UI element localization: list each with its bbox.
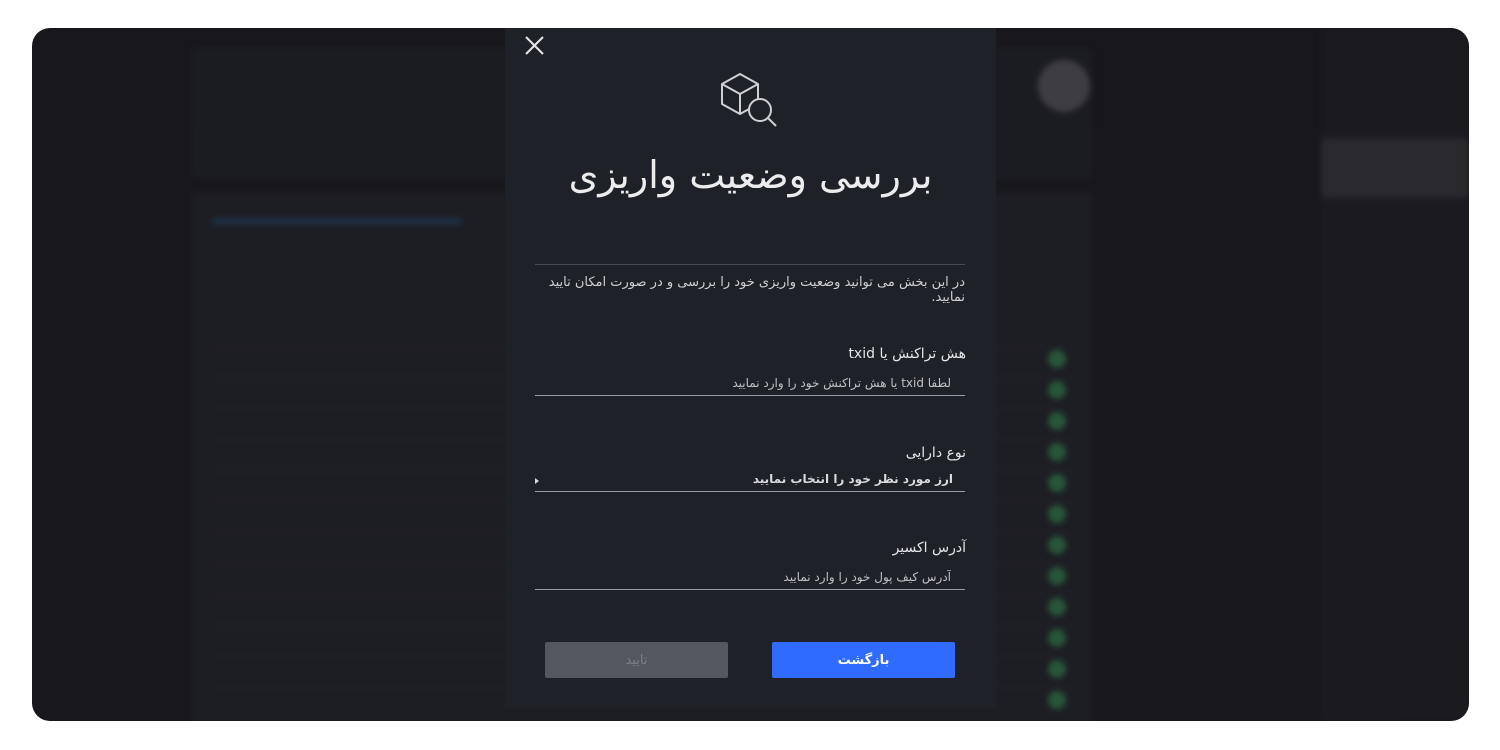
background-status-dot [1048,660,1066,678]
background-status-dot [1048,536,1066,554]
background-status-dot [1048,629,1066,647]
close-icon[interactable] [520,31,550,61]
background-status-dot [1048,567,1066,585]
background-status-dot [1048,474,1066,492]
background-link [212,218,462,224]
modal-description: در این بخش می توانید وضعیت واریزی خود را… [548,275,965,305]
asset-select-value: ارز مورد نظر خود را انتخاب نمایید [752,472,953,486]
background-status-dot [1048,505,1066,523]
modal-title: بررسی وضعیت واریزی [568,153,933,197]
background-avatar [1038,60,1090,112]
app-window: بررسی وضعیت واریزی در این بخش می توانید … [32,28,1469,721]
background-status-dot [1048,443,1066,461]
background-status-dot [1048,350,1066,368]
dropdown-arrow-icon [535,478,539,484]
confirm-button[interactable]: تایید [545,642,728,678]
background-sidebar [1321,28,1469,721]
background-status-dot [1048,598,1066,616]
wallet-address-input[interactable] [535,564,965,590]
package-search-icon [718,68,782,136]
txid-label: هش تراکنش یا txid [848,346,966,362]
asset-label: نوع دارایی [905,445,966,461]
address-label: آدرس اکسیر [892,540,966,556]
back-button[interactable]: بازگشت [772,642,955,678]
background-status-dot [1048,381,1066,399]
background-sidebar-active [1321,138,1469,198]
asset-select[interactable]: ارز مورد نظر خود را انتخاب نمایید [535,468,965,492]
txid-input[interactable] [535,370,965,396]
background-status-dot [1048,691,1066,709]
divider [535,264,965,265]
deposit-status-modal: بررسی وضعیت واریزی در این بخش می توانید … [505,28,996,708]
background-status-dot [1048,412,1066,430]
